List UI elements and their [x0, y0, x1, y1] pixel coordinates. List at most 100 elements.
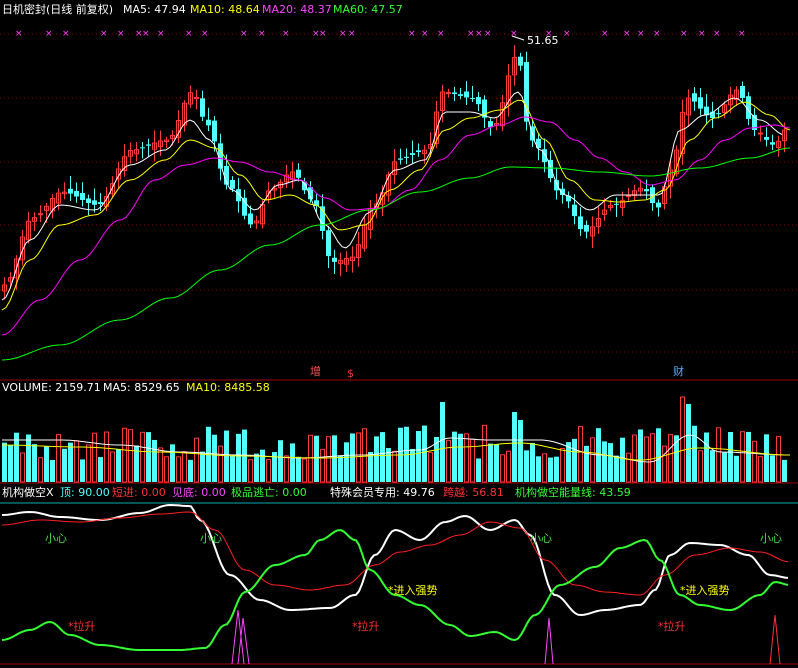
candle-body [764, 136, 769, 140]
volume-bar [332, 435, 337, 482]
event-marker-zeng: 增 [310, 364, 321, 378]
pull-up-label: *拉升 [352, 619, 380, 633]
signal-marker-19: × [437, 29, 445, 39]
ma60-label: MA60: 47.57 [333, 3, 403, 16]
volume-bar [224, 430, 229, 482]
candle-body [38, 213, 43, 216]
volume-bar [146, 432, 151, 482]
candle-body [68, 188, 73, 194]
indicator-energy: 机构做空能量线: 43.59 [515, 485, 631, 499]
signal-marker-9: × [201, 29, 209, 39]
candle-body [470, 97, 475, 99]
candle-body [698, 97, 703, 109]
volume-bar [2, 442, 7, 482]
candle-body [464, 91, 469, 98]
volume-bar [494, 444, 499, 482]
indicator-short-in: 短进: 0.00 [112, 485, 166, 499]
volume-bar [26, 434, 31, 482]
high-price-annotation: 51.65 [527, 34, 559, 47]
indicator-escape: 极品逃亡: 0.00 [231, 485, 307, 499]
signal-marker-25: × [563, 29, 571, 39]
volume-bar [230, 455, 235, 482]
volume-bar [734, 455, 739, 482]
volume-bar [62, 448, 67, 482]
signal-marker-17: × [408, 29, 416, 39]
volume-bar [548, 457, 553, 482]
volume-bar [368, 451, 373, 482]
signal-marker-12: × [282, 29, 290, 39]
caution-label: 小心 [200, 532, 222, 545]
chart-canvas: 日机密封(日线 前复权) MA5: 47.94 MA10: 48.64 MA20… [0, 0, 798, 668]
volume-bar [152, 439, 157, 482]
candle-body [248, 213, 253, 225]
volume-bar [50, 459, 55, 482]
volume-bar [638, 429, 643, 482]
volume-bar [554, 456, 559, 482]
candle-body [98, 202, 103, 205]
volume-bar [188, 459, 193, 482]
signal-marker-8: × [185, 29, 193, 39]
signal-marker-18: × [421, 29, 429, 39]
candle-body [740, 85, 745, 98]
candle-body [74, 190, 79, 197]
signal-marker-2: × [62, 29, 70, 39]
volume-bar [608, 443, 613, 482]
candle-body [614, 203, 619, 205]
candle-body [518, 56, 523, 66]
volume-bar [236, 433, 241, 482]
volume-ma10-label: MA10: 8485.58 [186, 381, 270, 394]
candle-body [656, 202, 661, 208]
volume-bar [512, 412, 517, 482]
candle-body [584, 224, 589, 232]
volume-bar [296, 456, 301, 482]
background [0, 0, 798, 668]
volume-bar [8, 445, 13, 482]
candle-body [326, 230, 331, 257]
volume-bar [338, 455, 343, 482]
candle-body [578, 216, 583, 230]
volume-bar [686, 404, 691, 482]
caution-label: 小心 [530, 532, 552, 545]
candle-body [446, 92, 451, 95]
candle-body [92, 200, 97, 205]
candle-body [80, 193, 85, 200]
ma20-label: MA20: 48.37 [262, 3, 332, 16]
volume-ma5-label: MA5: 8529.65 [103, 381, 180, 394]
signal-marker-26: × [601, 29, 609, 39]
volume-bar [692, 425, 697, 482]
volume-bar [254, 453, 259, 482]
signal-marker-31: × [698, 29, 706, 39]
candle-body [416, 150, 421, 153]
pull-up-label: *拉升 [658, 619, 686, 633]
volume-bar [350, 433, 355, 482]
volume-bar [524, 450, 529, 482]
signal-marker-27: × [623, 29, 631, 39]
indicator-bottom: 见底: 0.00 [172, 485, 226, 499]
volume-bar [536, 456, 541, 482]
signal-marker-14: × [319, 29, 327, 39]
candle-body [146, 144, 151, 146]
candle-body [554, 180, 559, 191]
signal-marker-15: × [339, 29, 347, 39]
candle-body [644, 189, 649, 192]
volume-bar [764, 434, 769, 482]
volume-bar [98, 457, 103, 482]
volume-bar [746, 431, 751, 482]
candle-body [770, 142, 775, 145]
ma5-label: MA5: 47.94 [123, 3, 186, 16]
candle-body [410, 153, 415, 155]
signal-marker-32: × [713, 29, 721, 39]
candle-body [296, 169, 301, 178]
event-marker-s: $ [347, 367, 354, 380]
candle-body [458, 94, 463, 96]
event-marker-cai: 财 [673, 364, 684, 378]
volume-bar [488, 443, 493, 482]
volume-bar [782, 459, 787, 482]
candle-body [452, 92, 457, 95]
indicator-name: 机构做空X [2, 485, 54, 499]
volume-bar [770, 455, 775, 482]
candle-body [398, 158, 403, 160]
signal-marker-28: × [637, 29, 645, 39]
signal-marker-1: × [45, 29, 53, 39]
volume-bar [602, 441, 607, 482]
